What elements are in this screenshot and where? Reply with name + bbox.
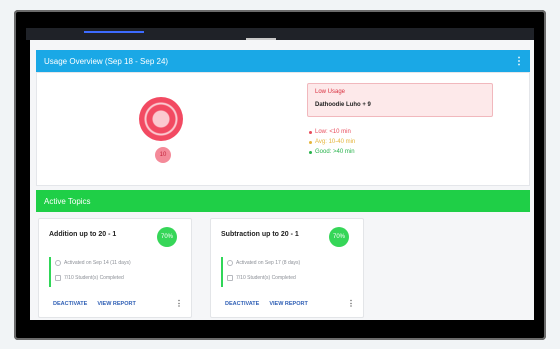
completion-percent-badge: 70% [157,227,177,247]
legend-item-low: Low: <10 min [309,127,355,137]
activated-text: Activated on Sep 17 (8 days) [236,260,301,266]
completed-text: 7/10 Student(s) Completed [64,275,124,281]
activated-row: Activated on Sep 14 (11 days) [55,260,131,266]
active-topics-header: Active Topics [36,190,530,212]
completion-percent-badge: 70% [329,227,349,247]
card-actions: DEACTIVATE VIEW REPORT ⋮ [53,300,183,308]
low-usage-students: Dathoodie Luho + 9 [315,102,371,108]
ring-count-badge: 10 [155,147,171,163]
completed-row: 7/10 Student(s) Completed [227,275,296,281]
topic-card-title: Addition up to 20 - 1 [49,231,117,238]
deactivate-button[interactable]: DEACTIVATE [225,301,259,307]
active-nav-indicator [84,31,144,33]
legend-good-label: Good: >40 min [315,149,355,155]
usage-overview-header: Usage Overview (Sep 18 - Sep 24) ⋮ [36,50,530,72]
legend-item-good: Good: >40 min [309,147,355,157]
completed-text: 7/10 Student(s) Completed [236,275,296,281]
card-actions: DEACTIVATE VIEW REPORT ⋮ [225,300,355,308]
legend-good-dot [309,150,312,154]
students-icon [227,275,233,281]
activated-row: Activated on Sep 17 (8 days) [227,260,300,266]
clock-icon [227,260,233,266]
legend-low-label: Low: <10 min [315,129,351,135]
status-rail [49,257,51,287]
completed-row: 7/10 Student(s) Completed [55,275,124,281]
low-usage-title: Low Usage [315,89,346,95]
status-rail [221,257,223,287]
usage-overview-panel: 10 Low Usage Dathoodie Luho + 9 Low: <10… [36,72,530,186]
active-topics-title: Active Topics [44,196,91,206]
topic-card-title: Subtraction up to 20 - 1 [221,231,299,238]
view-report-button[interactable]: VIEW REPORT [269,301,308,307]
students-icon [55,275,61,281]
low-usage-alert[interactable]: Low Usage Dathoodie Luho + 9 [307,83,493,117]
card-more-icon[interactable]: ⋮ [347,300,355,308]
usage-legend: Low: <10 min Avg: 10-40 min Good: >40 mi… [309,127,355,157]
activated-text: Activated on Sep 14 (11 days) [64,260,131,266]
legend-avg-label: Avg: 10-40 min [315,139,356,145]
card-more-icon[interactable]: ⋮ [175,300,183,308]
legend-avg-dot [309,140,312,144]
top-nav-strip [26,28,534,40]
deactivate-button[interactable]: DEACTIVATE [53,301,87,307]
usage-ring-chart [139,97,183,141]
legend-item-avg: Avg: 10-40 min [309,137,355,147]
topic-card-subtraction[interactable]: Subtraction up to 20 - 1 70% Activated o… [210,218,364,318]
overview-more-icon[interactable]: ⋮ [512,56,526,67]
clock-icon [55,260,61,266]
topic-card-addition[interactable]: Addition up to 20 - 1 70% Activated on S… [38,218,192,318]
legend-low-dot [309,130,312,134]
view-report-button[interactable]: VIEW REPORT [97,301,136,307]
usage-overview-title: Usage Overview (Sep 18 - Sep 24) [44,56,169,66]
dashboard-screen: Usage Overview (Sep 18 - Sep 24) ⋮ 10 Lo… [30,40,534,320]
